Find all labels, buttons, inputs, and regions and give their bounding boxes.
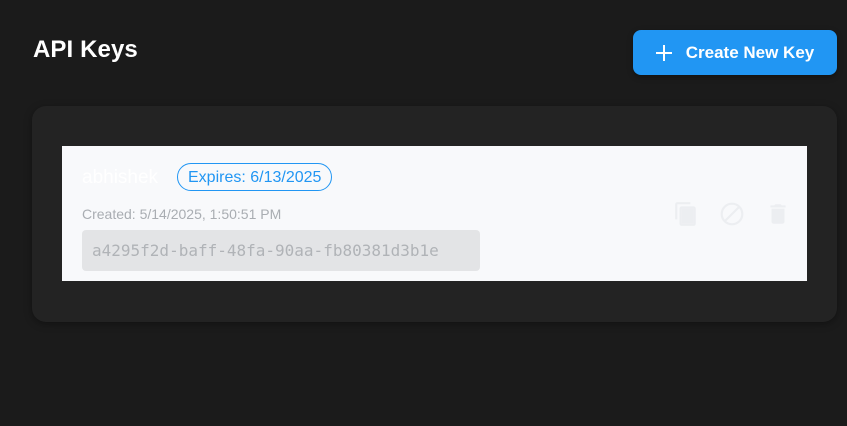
revoke-icon[interactable] [718, 200, 746, 228]
copy-icon[interactable] [672, 200, 700, 228]
api-keys-page: API Keys Create New Key abhishek Expires… [0, 0, 847, 426]
api-keys-panel: abhishek Expires: 6/13/2025 Created: 5/1… [32, 106, 837, 322]
delete-icon[interactable] [764, 200, 792, 228]
page-title: API Keys [33, 36, 138, 63]
created-timestamp: Created: 5/14/2025, 1:50:51 PM [82, 206, 282, 222]
api-key-value[interactable]: a4295f2d-baff-48fa-90aa-fb80381d3b1e [82, 230, 480, 271]
create-new-key-label: Create New Key [685, 42, 815, 62]
key-name: abhishek [82, 167, 159, 188]
create-new-key-button[interactable]: Create New Key [633, 30, 837, 75]
key-actions [672, 200, 792, 228]
plus-icon [655, 44, 672, 61]
api-key-card: abhishek Expires: 6/13/2025 Created: 5/1… [62, 146, 807, 281]
expires-badge: Expires: 6/13/2025 [177, 163, 333, 191]
